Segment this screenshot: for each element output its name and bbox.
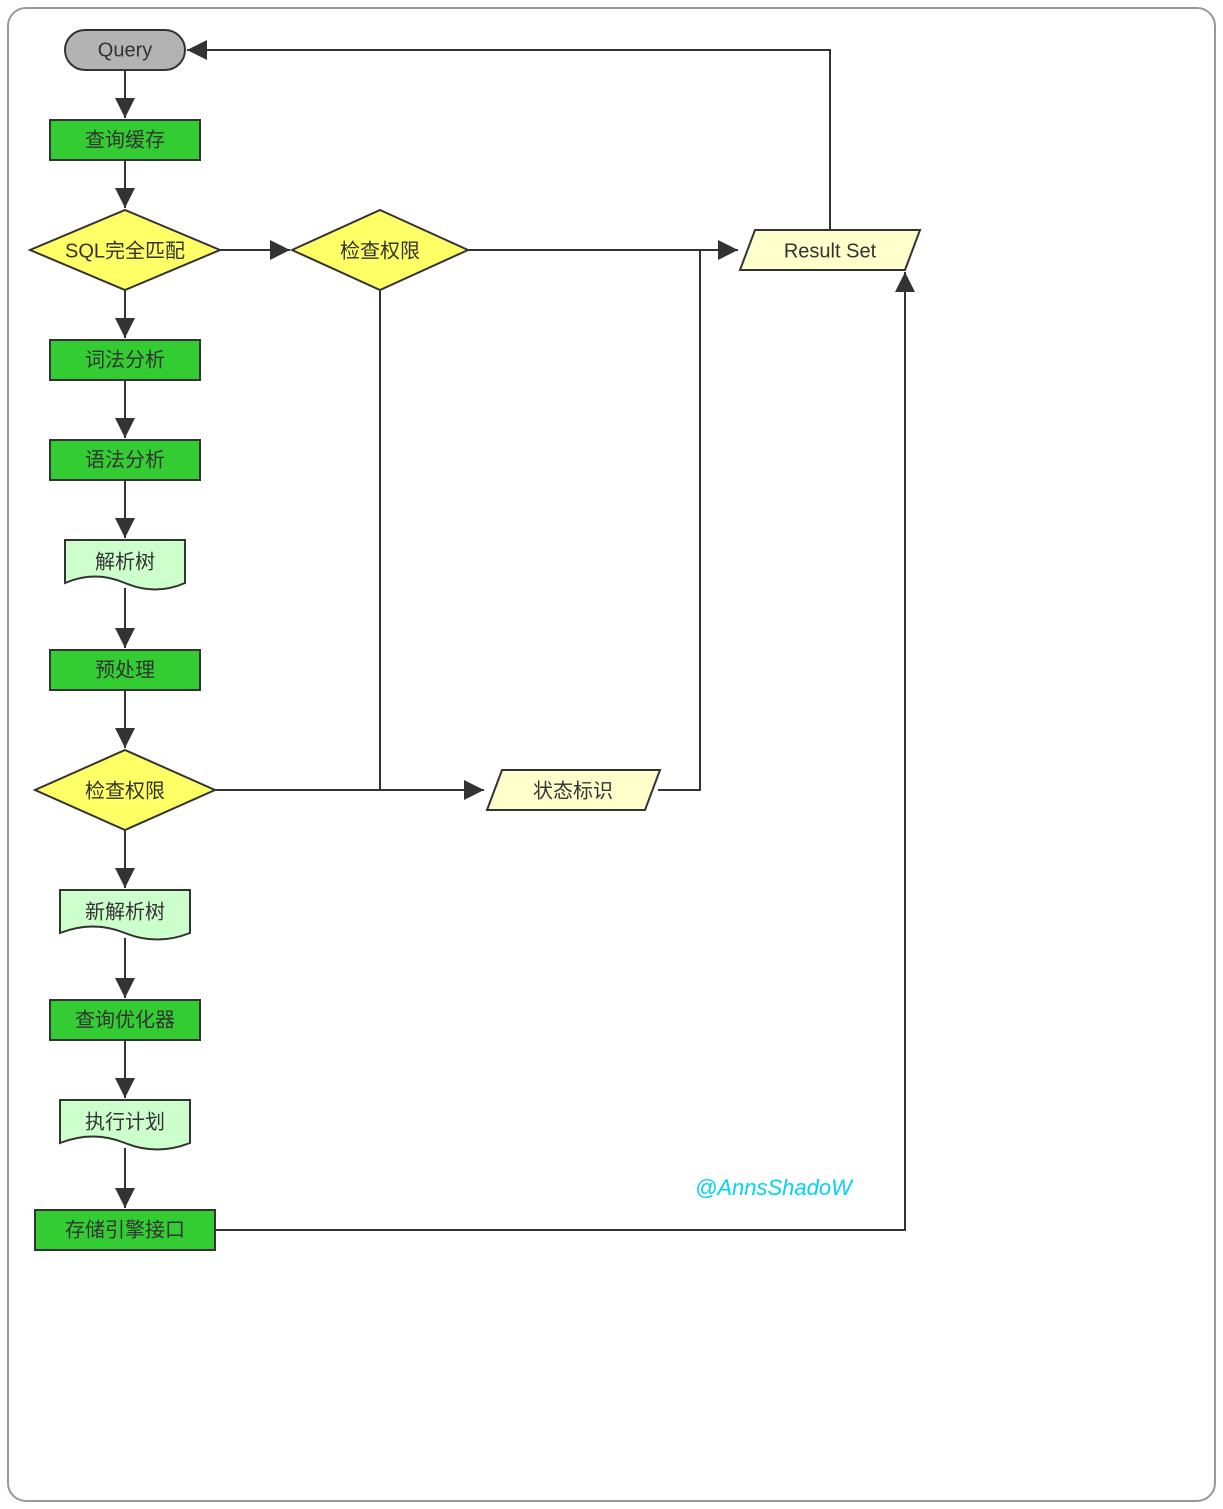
node-check-perm-2: 检查权限 [35,750,215,830]
node-sql-match-label: SQL完全匹配 [65,239,185,262]
node-result-set: Result Set [740,230,920,270]
edge-result-to-start [187,50,830,230]
node-start-label: Query [98,39,152,61]
node-new-parse-tree: 新解析树 [60,890,190,940]
node-query-cache-label: 查询缓存 [85,128,165,151]
node-new-parse-tree-label: 新解析树 [85,900,165,923]
node-parse-tree: 解析树 [65,540,185,590]
node-query-cache: 查询缓存 [50,120,200,160]
node-optimizer: 查询优化器 [50,1000,200,1040]
node-exec-plan-label: 执行计划 [85,1110,165,1133]
node-check-perm-2-label: 检查权限 [85,779,165,802]
node-check-perm-1-label: 检查权限 [340,239,420,262]
node-check-perm-1: 检查权限 [292,210,468,290]
node-status-flag-label: 状态标识 [533,779,613,802]
node-syntax: 语法分析 [50,440,200,480]
node-storage-engine: 存储引擎接口 [35,1210,215,1250]
node-storage-engine-label: 存储引擎接口 [65,1218,185,1241]
node-result-set-label: Result Set [784,240,877,262]
node-preprocess: 预处理 [50,650,200,690]
edge-storage-to-result [215,272,905,1230]
node-exec-plan: 执行计划 [60,1100,190,1150]
node-syntax-label: 语法分析 [85,448,165,471]
node-lexical: 词法分析 [50,340,200,380]
node-preprocess-label: 预处理 [95,658,155,681]
node-optimizer-label: 查询优化器 [75,1008,175,1031]
node-parse-tree-label: 解析树 [95,550,155,573]
node-status-flag: 状态标识 [487,770,660,810]
watermark-text: @AnnsShadoW [695,1175,854,1200]
node-start: Query [65,30,185,70]
node-sql-match: SQL完全匹配 [30,210,220,290]
flowchart-diagram: Query 查询缓存 SQL完全匹配 检查权限 Result Set 词法分析 [0,0,1223,1509]
node-lexical-label: 词法分析 [85,348,165,371]
diagram-border [8,8,1215,1501]
edge-status-up [658,250,700,790]
